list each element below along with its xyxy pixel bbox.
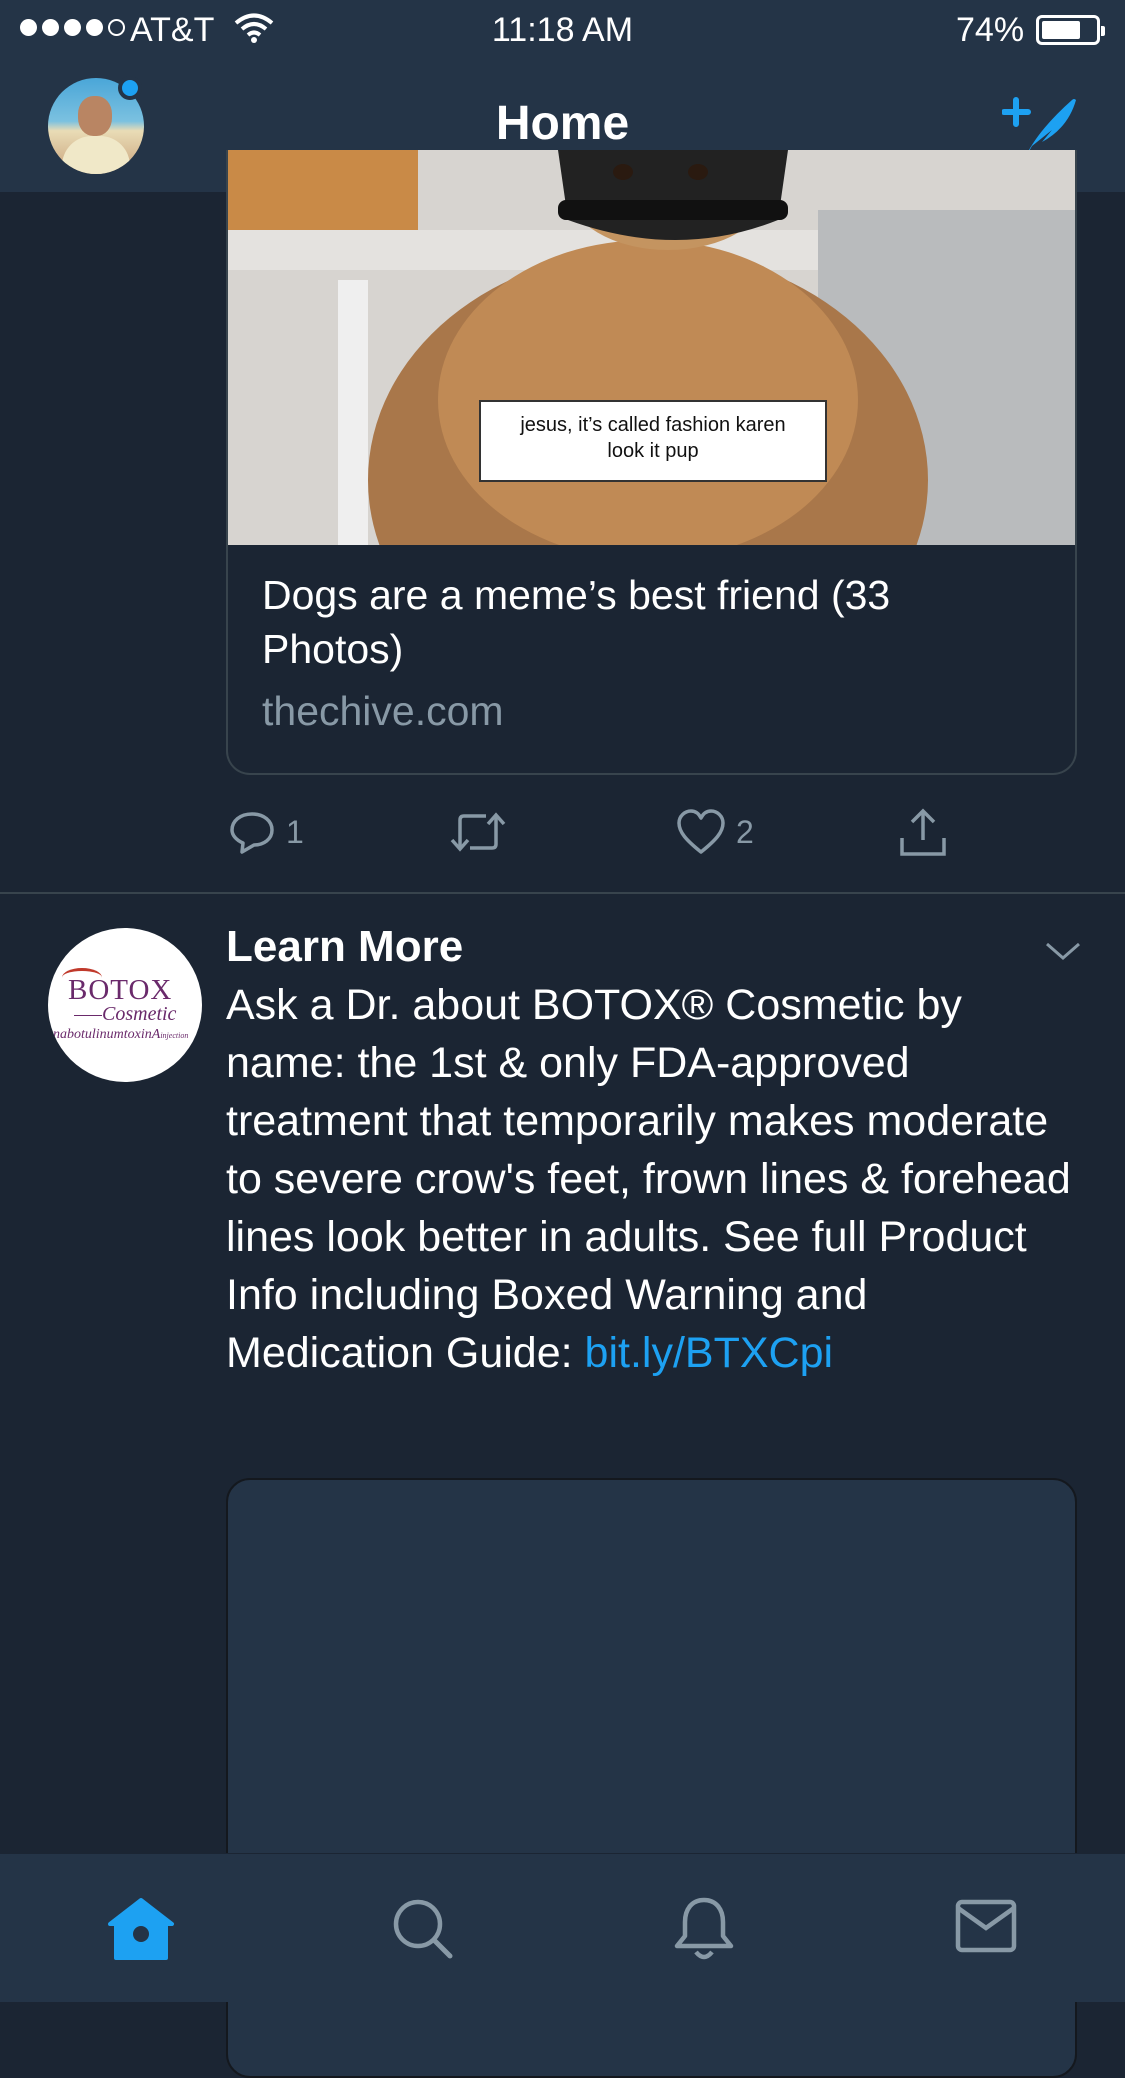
chevron-down-icon[interactable] (1044, 940, 1082, 964)
card-title[interactable]: Dogs are a meme’s best friend (33 Photos… (262, 568, 1022, 676)
retweet-button[interactable] (450, 808, 506, 856)
dog-photo (228, 150, 1075, 545)
battery-icon (1036, 15, 1105, 45)
avatar-sub: Cosmetic (102, 1003, 177, 1025)
meme-caption-line: jesus, it’s called fashion karen (520, 414, 786, 436)
reply-button[interactable]: 1 (228, 808, 304, 856)
heart-icon (677, 809, 725, 854)
status-bar: AT&T 11:18 AM 74% (0, 0, 1125, 62)
card-image[interactable]: jesus, it’s called fashion karen look it… (228, 150, 1075, 545)
bell-icon[interactable] (672, 1896, 736, 1964)
like-button[interactable]: 2 (676, 808, 754, 856)
tweet-actions: 1 2 (226, 808, 1077, 868)
tweet-text: Ask a Dr. about BOTOX® Cosmetic by name:… (226, 976, 1076, 1382)
like-count: 2 (736, 813, 754, 850)
avatar-generic: onabotulinumtoxinAinjection (48, 1027, 188, 1043)
search-icon[interactable] (390, 1896, 456, 1962)
share-icon (900, 808, 946, 856)
author-name[interactable]: Learn More (226, 922, 463, 972)
retweet-icon (450, 812, 506, 852)
mail-icon[interactable] (954, 1896, 1018, 1956)
home-icon[interactable] (106, 1896, 176, 1962)
share-button[interactable] (898, 808, 948, 858)
avatar-generic-name: onabotulinumtoxinA (48, 1027, 161, 1042)
meme-caption-line: look it pup (607, 440, 699, 462)
reply-icon (230, 812, 274, 854)
card-domain: thechive.com (262, 688, 504, 734)
reply-count: 1 (286, 813, 304, 850)
tweet-body: Ask a Dr. about BOTOX® Cosmetic by name:… (226, 981, 1071, 1377)
logo-rule (74, 1015, 102, 1016)
meme-caption: jesus, it’s called fashion karen look it… (480, 412, 826, 464)
page-title: Home (495, 97, 630, 150)
tweet-link[interactable]: bit.ly/BTXCpi (585, 1329, 834, 1377)
advertiser-avatar[interactable]: BOTOX Cosmetic onabotulinumtoxinAinjecti… (48, 928, 202, 1082)
tweet-divider (0, 892, 1125, 894)
link-card[interactable]: jesus, it’s called fashion karen look it… (226, 150, 1077, 775)
avatar-generic-suffix: injection (160, 1031, 189, 1040)
battery-percent: 74% (956, 11, 1025, 49)
tab-bar (0, 1853, 1125, 2002)
